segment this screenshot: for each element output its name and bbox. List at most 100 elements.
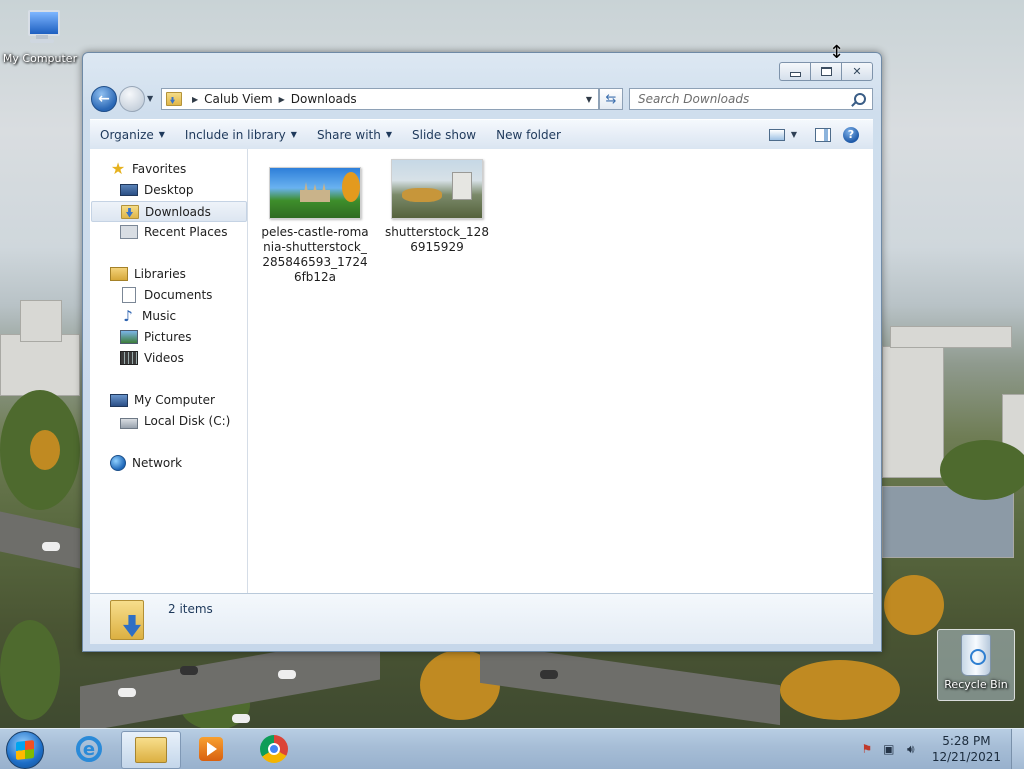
nav-item-label: Music <box>142 309 177 323</box>
chevron-down-icon: ▼ <box>585 94 592 104</box>
resize-cursor-icon: ↕ <box>829 42 845 63</box>
nav-item-music[interactable]: ♪ Music <box>120 306 176 326</box>
preview-pane-icon[interactable] <box>815 127 831 142</box>
navigation-bar: ← ▼ ▶ Calub Viem ▶ Downloads ▼ ⇆ <box>91 86 873 112</box>
close-button[interactable]: ✕ <box>841 62 873 81</box>
breadcrumb-downloads[interactable]: Downloads <box>291 92 357 106</box>
nav-item-my-computer[interactable]: My Computer <box>110 390 215 410</box>
desktop-icon-label: Recycle Bin <box>944 678 1008 691</box>
share-with-button[interactable]: Share with ▼ <box>307 128 402 142</box>
recent-pages-dropdown[interactable]: ▼ <box>147 94 153 103</box>
clock-time: 5:28 PM <box>942 734 991 748</box>
desktop-icon-my-computer[interactable]: My Computer <box>0 8 80 65</box>
nav-item-videos[interactable]: Videos <box>120 348 184 368</box>
wallpaper-road <box>480 642 780 726</box>
search-box[interactable] <box>629 88 873 110</box>
nav-item-favorites[interactable]: ★ Favorites <box>110 159 186 179</box>
image-thumbnail <box>269 167 361 219</box>
action-center-flag-icon[interactable]: ⚑ <box>860 742 874 756</box>
nav-item-label: Network <box>132 456 183 470</box>
wallpaper-car <box>278 670 296 679</box>
downloads-folder-icon <box>110 600 144 640</box>
help-icon[interactable]: ? <box>843 126 859 143</box>
organize-button[interactable]: Organize ▼ <box>90 128 175 142</box>
include-in-library-label: Include in library <box>184 127 286 142</box>
address-bar[interactable]: ▶ Calub Viem ▶ Downloads ▼ <box>161 88 599 110</box>
nav-item-recent-places[interactable]: Recent Places <box>120 222 227 242</box>
chevron-down-icon[interactable]: ▼ <box>791 130 797 139</box>
nav-item-downloads[interactable]: Downloads <box>91 201 247 222</box>
slide-show-label: Slide show <box>412 127 477 142</box>
nav-item-label: Desktop <box>144 183 194 197</box>
nav-item-label: Videos <box>144 351 184 365</box>
arrow-left-icon: ← <box>98 91 110 107</box>
nav-item-network[interactable]: Network <box>110 453 182 473</box>
file-item[interactable]: peles-castle-romania-shutterstock_285846… <box>260 167 370 285</box>
taskbar-media-player[interactable] <box>182 731 240 767</box>
chevron-down-icon: ▼ <box>147 94 154 103</box>
desktop-icon <box>120 184 138 196</box>
organize-label: Organize <box>100 127 154 142</box>
chevron-down-icon: ▼ <box>158 130 165 139</box>
nav-item-label: Libraries <box>134 267 186 281</box>
desktop-icon-recycle-bin[interactable]: Recycle Bin <box>937 629 1015 701</box>
wallpaper-road <box>0 511 80 569</box>
chevron-right-icon[interactable]: ▶ <box>192 95 198 104</box>
recycle-bin-icon <box>961 634 991 676</box>
address-history-dropdown[interactable]: ▼ <box>586 95 592 104</box>
nav-item-desktop[interactable]: Desktop <box>120 180 194 200</box>
downloads-folder-icon <box>121 204 139 219</box>
new-folder-button[interactable]: New folder <box>486 128 571 142</box>
internet-explorer-icon: e <box>76 736 102 762</box>
explorer-content: ★ Favorites Desktop Downloads Recent Pla… <box>90 149 873 593</box>
nav-item-label: My Computer <box>134 393 215 407</box>
clock[interactable]: 5:28 PM 12/21/2021 <box>932 733 1001 765</box>
folder-icon <box>135 737 167 763</box>
network-status-icon[interactable]: ▣ <box>882 742 896 756</box>
wallpaper-car <box>118 688 136 697</box>
show-desktop-button[interactable] <box>1011 729 1024 769</box>
slide-show-button[interactable]: Slide show <box>402 128 486 142</box>
back-button[interactable]: ← <box>91 86 117 112</box>
nav-item-local-disk[interactable]: Local Disk (C:) <box>120 411 230 431</box>
wallpaper-car <box>540 670 558 679</box>
taskbar-windows-explorer[interactable] <box>121 731 181 769</box>
computer-icon <box>22 8 60 48</box>
change-view-icon[interactable] <box>768 128 785 141</box>
search-icon[interactable] <box>854 93 866 105</box>
nav-item-label: Recent Places <box>144 225 228 239</box>
file-name: shutterstock_1286915929 <box>385 225 489 254</box>
breadcrumb-user[interactable]: Calub Viem <box>204 92 272 106</box>
search-input[interactable] <box>636 91 850 107</box>
wallpaper-car <box>42 542 60 551</box>
wallpaper-building <box>20 300 62 342</box>
nav-item-documents[interactable]: Documents <box>120 285 212 305</box>
taskbar: e ⚑ ▣ 🔊︎ 5:28 PM 12/21/2021 <box>0 728 1024 769</box>
chevron-right-icon[interactable]: ▶ <box>279 95 285 104</box>
refresh-button[interactable]: ⇆ <box>599 88 623 110</box>
file-item[interactable]: shutterstock_1286915929 <box>382 159 492 255</box>
include-in-library-button[interactable]: Include in library ▼ <box>175 128 307 142</box>
downloads-folder-icon <box>166 92 182 106</box>
wallpaper-building <box>0 334 80 396</box>
libraries-icon <box>110 267 128 281</box>
start-button[interactable] <box>6 731 44 769</box>
taskbar-chrome[interactable] <box>245 731 303 767</box>
wallpaper-building <box>890 326 1012 348</box>
taskbar-internet-explorer[interactable]: e <box>60 731 118 767</box>
nav-item-label: Pictures <box>144 330 192 344</box>
volume-icon[interactable]: 🔊︎ <box>904 742 918 756</box>
nav-item-libraries[interactable]: Libraries <box>110 264 186 284</box>
clock-date: 12/21/2021 <box>931 750 1001 764</box>
system-tray: ⚑ ▣ 🔊︎ 5:28 PM 12/21/2021 <box>856 729 1024 769</box>
minimize-icon <box>789 72 801 77</box>
nav-item-pictures[interactable]: Pictures <box>120 327 192 347</box>
pictures-icon <box>120 330 138 344</box>
chevron-down-icon: ▼ <box>290 130 297 139</box>
file-name: peles-castle-romania-shutterstock_285846… <box>261 225 369 284</box>
forward-button[interactable] <box>119 86 145 112</box>
refresh-icon: ⇆ <box>605 91 617 107</box>
minimize-button[interactable] <box>779 62 810 81</box>
maximize-button[interactable] <box>810 62 841 81</box>
maximize-icon <box>820 67 832 76</box>
